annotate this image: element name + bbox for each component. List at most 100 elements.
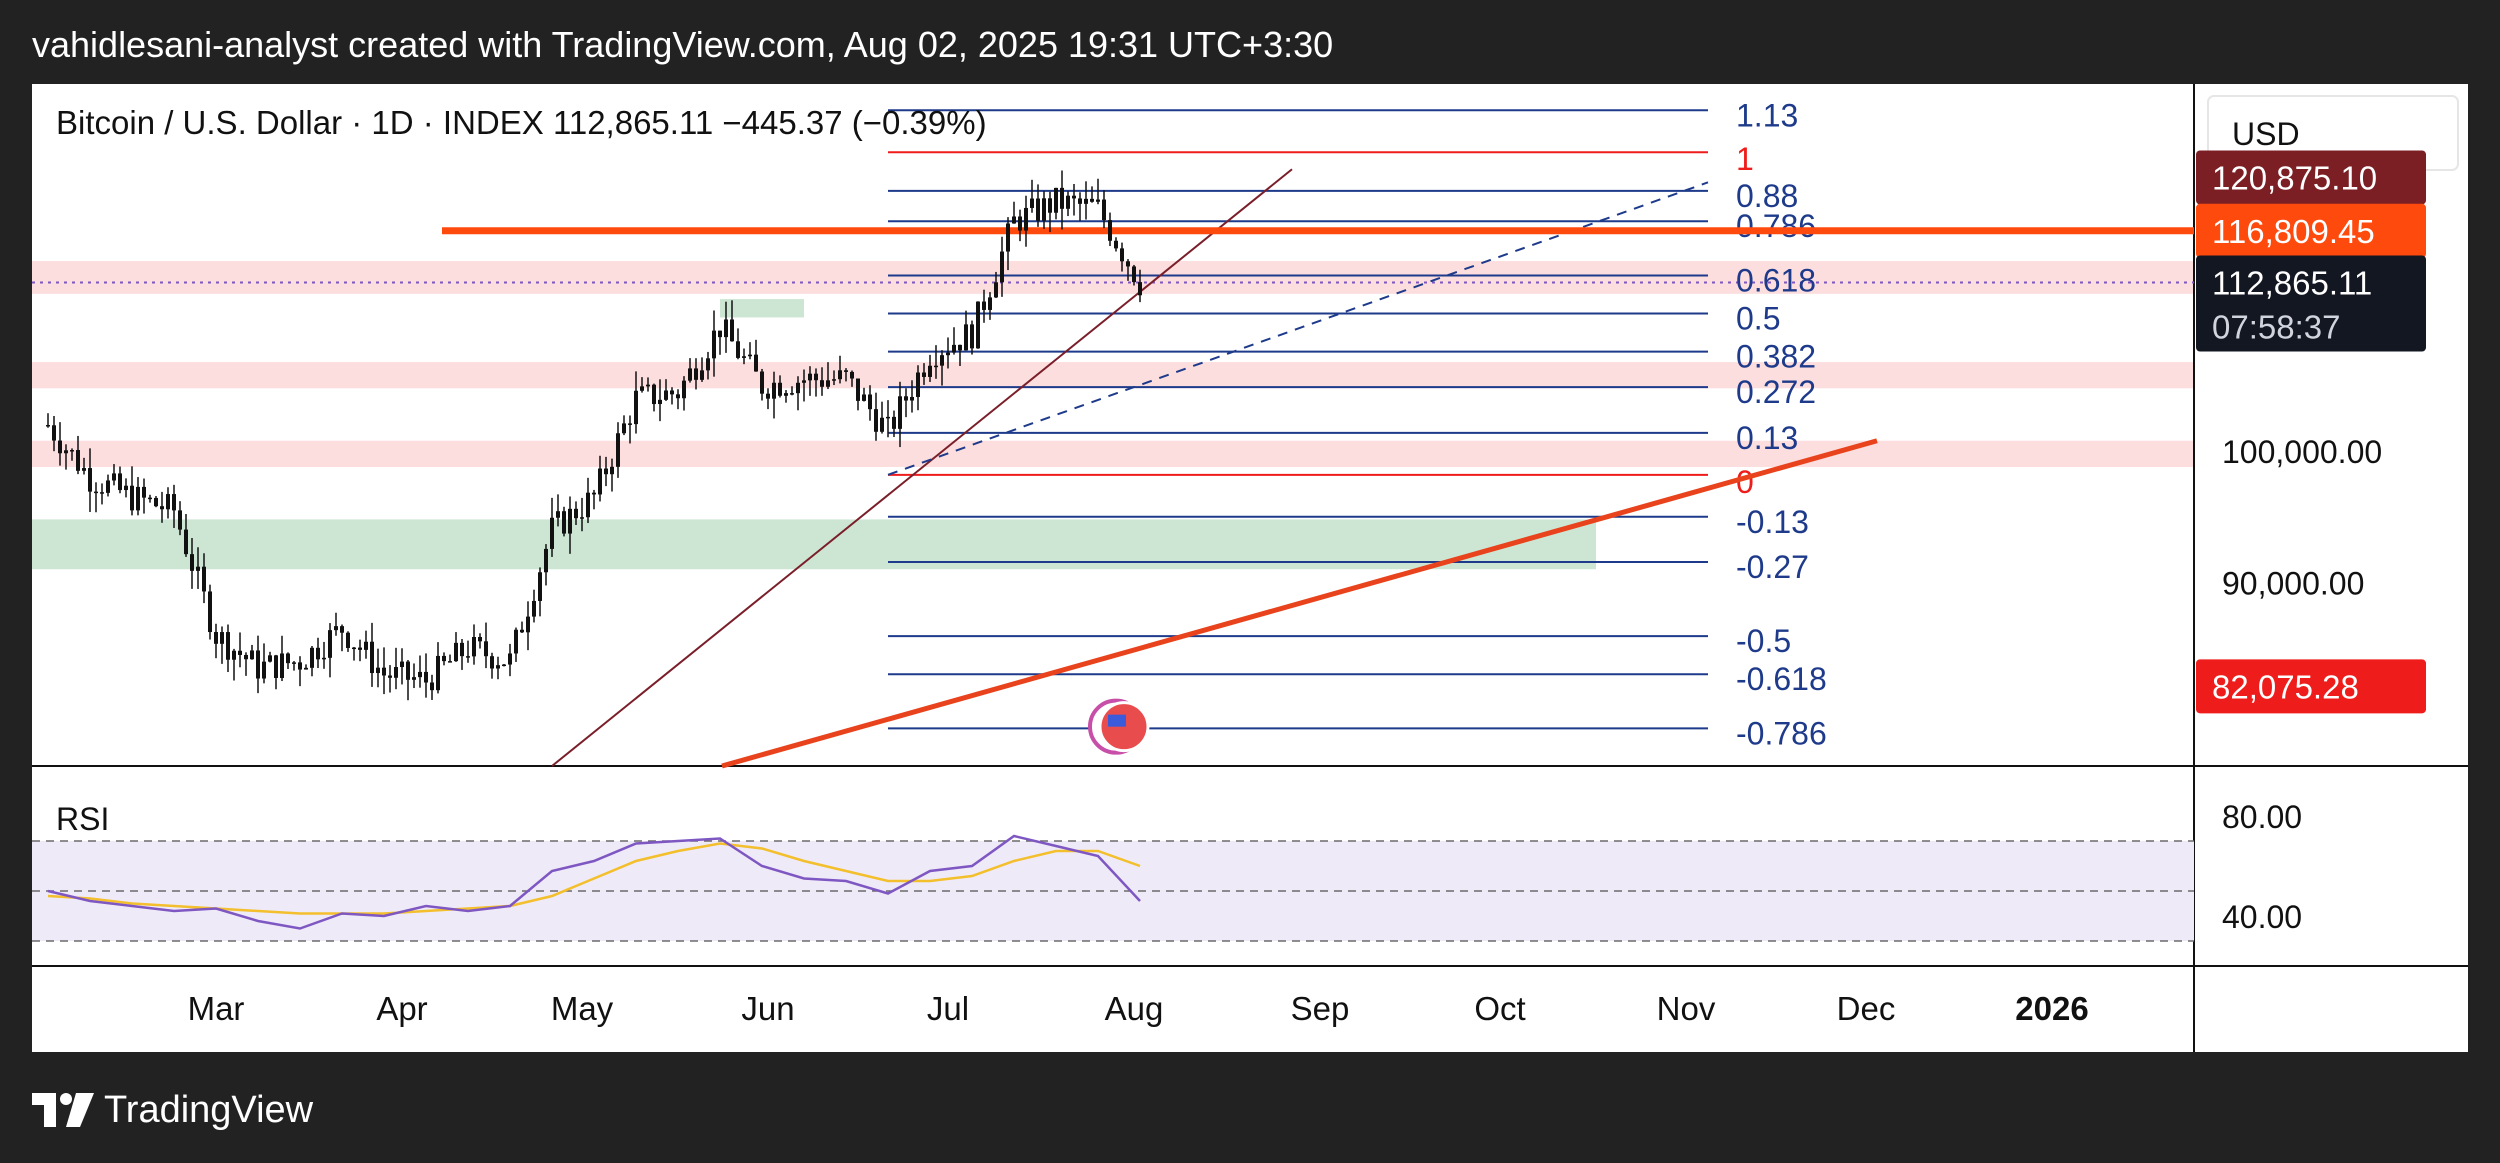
candle-body <box>1090 198 1094 202</box>
candle-body <box>214 632 218 644</box>
candle-body <box>244 654 248 660</box>
candle-body <box>448 661 452 663</box>
fib-level-label: -0.5 <box>1736 623 1791 659</box>
candle-body <box>892 416 896 429</box>
time-axis-label: Aug <box>1105 990 1164 1027</box>
time-axis-label: Mar <box>188 990 245 1027</box>
candle-body <box>586 492 590 518</box>
candle-body <box>424 671 428 683</box>
candle-body <box>1084 198 1088 204</box>
candle-body <box>514 629 518 654</box>
candle-body <box>220 632 224 644</box>
candle-body <box>826 380 830 387</box>
price-zone-pink <box>32 261 2194 294</box>
candle-body <box>982 301 986 310</box>
chart-frame: 1.13 1 0.88 0.786 0.618 0.5 0.382 0.272 0.13 0 -0.… <box>32 84 2468 1052</box>
candle-body <box>706 358 710 371</box>
candle-body <box>796 382 800 394</box>
tradingview-brand-name: TradingView <box>104 1088 314 1131</box>
candle-body <box>76 450 80 471</box>
us-flag-icon <box>1108 714 1126 727</box>
time-axis-label: Sep <box>1291 990 1350 1027</box>
candle-body <box>268 655 272 662</box>
fib-level-label: -0.618 <box>1736 661 1827 697</box>
candle-body <box>118 473 122 491</box>
candle-body <box>508 653 512 665</box>
price-badge-label: 116,809.45 <box>2212 213 2375 250</box>
candle-body <box>46 425 50 427</box>
candle-body <box>496 665 500 669</box>
candle-body <box>460 642 464 657</box>
candle-body <box>1000 251 1004 283</box>
currency-label: USD <box>2232 116 2300 152</box>
candle-body <box>340 626 344 633</box>
candle-body <box>604 468 608 475</box>
candle-body <box>466 656 470 658</box>
candle-body <box>1054 187 1058 213</box>
candle-body <box>286 653 290 664</box>
candle-body <box>70 450 74 452</box>
candle-body <box>730 319 734 342</box>
rsi-label: RSI <box>56 801 109 837</box>
candle-body <box>1096 199 1100 202</box>
candle-body <box>790 393 794 395</box>
candle-body <box>928 365 932 377</box>
candle-body <box>1114 240 1118 249</box>
time-axis-label: Jul <box>927 990 969 1027</box>
price-chart-svg[interactable]: 1.1310.880.7860.6180.50.3820.2720.130-0.… <box>32 84 2468 1052</box>
tradingview-footer[interactable]: TradingView <box>32 1086 313 1134</box>
candle-body <box>874 409 878 432</box>
candle-body <box>694 368 698 380</box>
candle-body <box>148 497 152 500</box>
candle-body <box>700 370 704 380</box>
candle-body <box>1024 207 1028 231</box>
candle-body <box>1042 198 1046 221</box>
fib-level-label: 0.382 <box>1736 339 1816 375</box>
candle-body <box>154 497 158 507</box>
candle-body <box>574 508 578 519</box>
candle-body <box>358 647 362 650</box>
candle-body <box>322 657 326 660</box>
candle-body <box>1012 216 1016 224</box>
candle-body <box>226 632 230 660</box>
candle-body <box>520 629 524 633</box>
candle-body <box>1006 223 1010 252</box>
candle-body <box>352 647 356 650</box>
time-axis-label: Dec <box>1837 990 1896 1027</box>
candle-body <box>502 664 506 667</box>
candle-body <box>616 433 620 467</box>
candle-body <box>664 390 668 400</box>
price-zone-pink <box>32 362 2194 389</box>
candle-body <box>370 641 374 674</box>
candle-body <box>394 667 398 678</box>
candle-body <box>736 341 740 358</box>
candle-body <box>820 380 824 387</box>
candle-body <box>976 301 980 349</box>
fib-level-label: -0.786 <box>1736 715 1827 751</box>
candle-body <box>292 662 296 664</box>
candles <box>46 170 1142 701</box>
candle-body <box>304 667 308 670</box>
candle-body <box>1018 216 1022 231</box>
rsi-tick-label: 80.00 <box>2222 799 2302 835</box>
candle-body <box>1132 266 1136 283</box>
price-badge-label: 120,875.10 <box>2212 159 2377 196</box>
symbol-legend: Bitcoin / U.S. Dollar · 1D · INDEX 112,8… <box>56 104 987 141</box>
candle-body <box>184 529 188 555</box>
candle-body <box>1066 195 1070 209</box>
candle-body <box>1108 220 1112 241</box>
candle-body <box>418 671 422 678</box>
candle-body <box>880 417 884 432</box>
time-axis-label: Jun <box>741 990 794 1027</box>
candle-body <box>658 399 662 405</box>
candle-body <box>256 650 260 679</box>
candle-body <box>250 650 254 660</box>
candle-body <box>988 297 992 310</box>
candle-body <box>472 637 476 657</box>
candle-body <box>802 380 806 383</box>
candle-body <box>844 370 848 372</box>
candle-body <box>376 667 380 674</box>
candle-body <box>562 511 566 534</box>
candle-body <box>112 473 116 481</box>
candle-body <box>742 356 746 358</box>
